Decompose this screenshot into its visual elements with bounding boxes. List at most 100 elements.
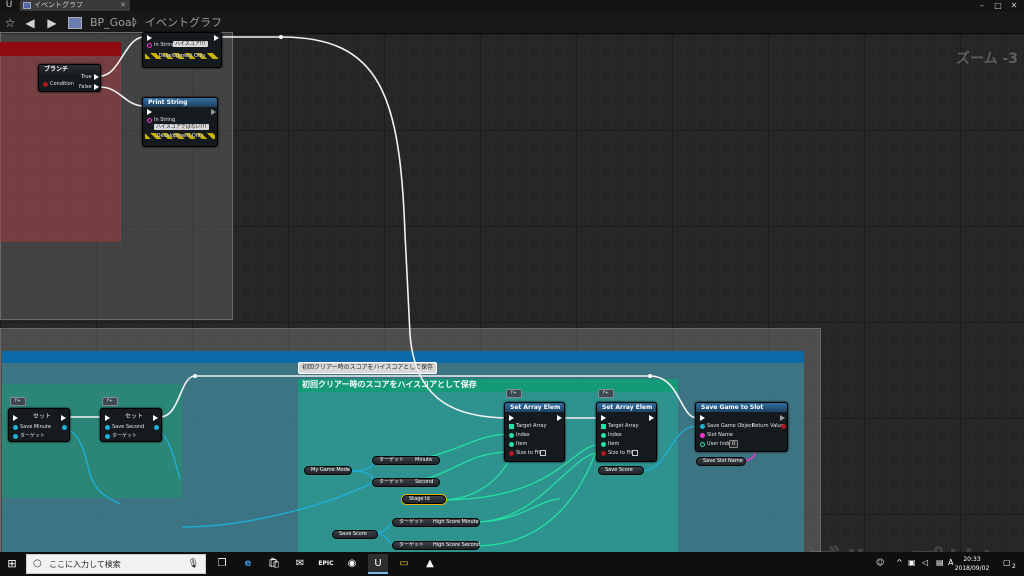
size-to-fit-label: Size to Fit — [516, 450, 541, 456]
high-score-second-getter[interactable]: ターゲット High Score Second — [392, 541, 480, 550]
target-pin[interactable] — [105, 434, 110, 439]
size-to-fit-checkbox[interactable] — [632, 450, 638, 456]
save-game-object-pin[interactable] — [700, 424, 705, 429]
in-string-value[interactable]: ハイスコアではない!!! — [154, 124, 209, 130]
start-button[interactable]: ⊞ — [6, 558, 18, 570]
favorite-star-icon[interactable]: ☆ — [2, 15, 18, 31]
in-string-pin[interactable] — [147, 118, 152, 123]
target-array-pin[interactable] — [601, 424, 606, 429]
save-second-pin[interactable] — [105, 425, 110, 430]
mail-icon[interactable]: ✉ — [290, 554, 310, 574]
exec-out-pin[interactable] — [214, 35, 219, 41]
set-node-2[interactable]: セット Save Second ターゲット — [100, 408, 162, 442]
forward-button[interactable]: ▶ — [44, 15, 60, 31]
save-game-to-slot-node[interactable]: Save Game to Slot Save Game Object Retur… — [695, 402, 788, 452]
second-getter[interactable]: ターゲット Second — [372, 478, 440, 487]
breadcrumb-blueprint[interactable]: BP_Goal — [90, 16, 135, 30]
size-to-fit-checkbox[interactable] — [540, 450, 546, 456]
system-clock[interactable]: 20:33 2018/09/02 — [952, 555, 992, 573]
file-explorer-icon[interactable]: ▭ — [394, 554, 414, 574]
set-output-pin[interactable] — [154, 425, 159, 430]
graph-canvas[interactable]: ズーム -3 初回クリアー時のスコアをハイスコアとして保存 初回クリアー時のスコ… — [0, 32, 1024, 576]
condition-pin[interactable] — [43, 82, 48, 87]
target-pin[interactable] — [13, 434, 18, 439]
taskbar-search-box[interactable]: ○ ここに入力して検索 🎙 — [26, 554, 206, 574]
target-array-pin[interactable] — [509, 424, 514, 429]
exec-in-pin[interactable] — [147, 109, 152, 115]
search-placeholder: ここに入力して検索 — [49, 560, 121, 569]
user-index-pin[interactable] — [700, 442, 705, 447]
edge-browser-icon[interactable]: e — [238, 554, 258, 574]
exec-in-pin[interactable] — [509, 415, 514, 421]
print-string-node-bottom[interactable]: Print String In String ハイスコアではない!!! Deve… — [142, 97, 218, 147]
set-array-elem-node-1[interactable]: Set Array Elem Target Array Index Item S… — [504, 402, 565, 462]
exec-out-pin[interactable] — [557, 415, 562, 421]
exec-in-pin[interactable] — [105, 415, 110, 421]
high-score-minute-getter[interactable]: ターゲット High Score Minute — [392, 518, 480, 527]
set-node-2-badge: f+ — [102, 397, 118, 406]
epic-launcher-icon[interactable]: EPIC — [316, 554, 336, 574]
exec-in-pin[interactable] — [13, 415, 18, 421]
save-slot-name-getter[interactable]: Save Slot Name — [696, 457, 746, 466]
in-string-pin[interactable] — [147, 43, 152, 48]
print-string-node-top[interactable]: In String ハイスコア!!! Development Only — [142, 32, 222, 68]
set-array-elem-node-2[interactable]: Set Array Elem Target Array Index Item S… — [596, 402, 657, 462]
set-node-1[interactable]: セット Save Minute ターゲット — [8, 408, 70, 442]
branch-node[interactable]: ブランチ Condition True False — [38, 64, 101, 92]
index-pin[interactable] — [509, 433, 514, 438]
my-game-mode-getter[interactable]: My Game Mode — [304, 466, 352, 475]
people-icon[interactable]: ☺ — [876, 557, 884, 569]
exec-out-pin[interactable] — [211, 109, 216, 115]
size-to-fit-pin[interactable] — [601, 451, 606, 456]
exec-out-pin[interactable] — [61, 415, 66, 421]
ime-icon[interactable]: ▤ — [936, 557, 944, 569]
exec-out-pin[interactable] — [780, 415, 785, 421]
size-to-fit-pin[interactable] — [509, 451, 514, 456]
graph-tab-icon — [23, 2, 31, 9]
item-pin[interactable] — [601, 442, 606, 447]
chrome-icon[interactable]: ◉ — [342, 554, 362, 574]
set-array-elem-title: Set Array Elem — [505, 403, 564, 412]
exec-in-pin[interactable] — [700, 415, 705, 421]
unreal-editor-taskbar-icon[interactable]: U — [368, 554, 388, 574]
user-index-value[interactable]: 0 — [729, 440, 739, 448]
save-minute-pin[interactable] — [13, 425, 18, 430]
exec-out-pin[interactable] — [649, 415, 654, 421]
exec-out-pin[interactable] — [153, 415, 158, 421]
tab-close-icon[interactable]: ✕ — [120, 0, 126, 11]
item-pin[interactable] — [509, 442, 514, 447]
stage-id-getter[interactable]: Stage Id — [402, 495, 446, 504]
microphone-icon[interactable]: 🎙 — [188, 558, 199, 570]
notification-icon[interactable]: ▢ — [1003, 557, 1011, 569]
save-game-object-label: Save Game Object — [707, 423, 754, 429]
in-string-value[interactable]: ハイスコア!!! — [173, 41, 208, 47]
breadcrumb-graph[interactable]: イベントグラフ — [145, 16, 222, 30]
false-label: False — [79, 84, 92, 90]
store-icon[interactable]: 🛍 — [264, 554, 284, 574]
return-value-pin[interactable] — [781, 424, 786, 429]
task-view-icon[interactable]: ❐ — [212, 554, 232, 574]
save-score-getter-2[interactable]: Save Score — [598, 466, 644, 475]
exec-in-pin[interactable] — [601, 415, 606, 421]
close-window-button[interactable]: ✕ — [1006, 0, 1022, 11]
set-array-1-badge: f+ — [506, 389, 522, 398]
false-exec-pin[interactable] — [94, 84, 99, 90]
document-tab[interactable]: イベントグラフ ✕ — [20, 0, 130, 11]
target-array-label: Target Array — [516, 423, 547, 429]
back-button[interactable]: ◀ — [22, 15, 38, 31]
maximize-button[interactable]: □ — [990, 0, 1006, 11]
save-score-getter-1[interactable]: Save Score — [332, 530, 378, 539]
tray-chevron-icon[interactable]: ^ — [896, 557, 903, 569]
minute-getter[interactable]: ターゲット Minute — [372, 456, 440, 465]
index-pin[interactable] — [601, 433, 606, 438]
true-exec-pin[interactable] — [94, 74, 99, 80]
photos-icon[interactable]: ▲ — [420, 554, 440, 574]
exec-in-pin[interactable] — [147, 35, 152, 41]
set-output-pin[interactable] — [62, 425, 67, 430]
network-icon[interactable]: ▣ — [908, 557, 916, 569]
target-label: ターゲット — [379, 479, 405, 485]
volume-icon[interactable]: ◁ — [922, 557, 928, 569]
slot-name-pin[interactable] — [700, 433, 705, 438]
minimize-button[interactable]: – — [974, 0, 990, 11]
item-label: Item — [608, 441, 620, 447]
